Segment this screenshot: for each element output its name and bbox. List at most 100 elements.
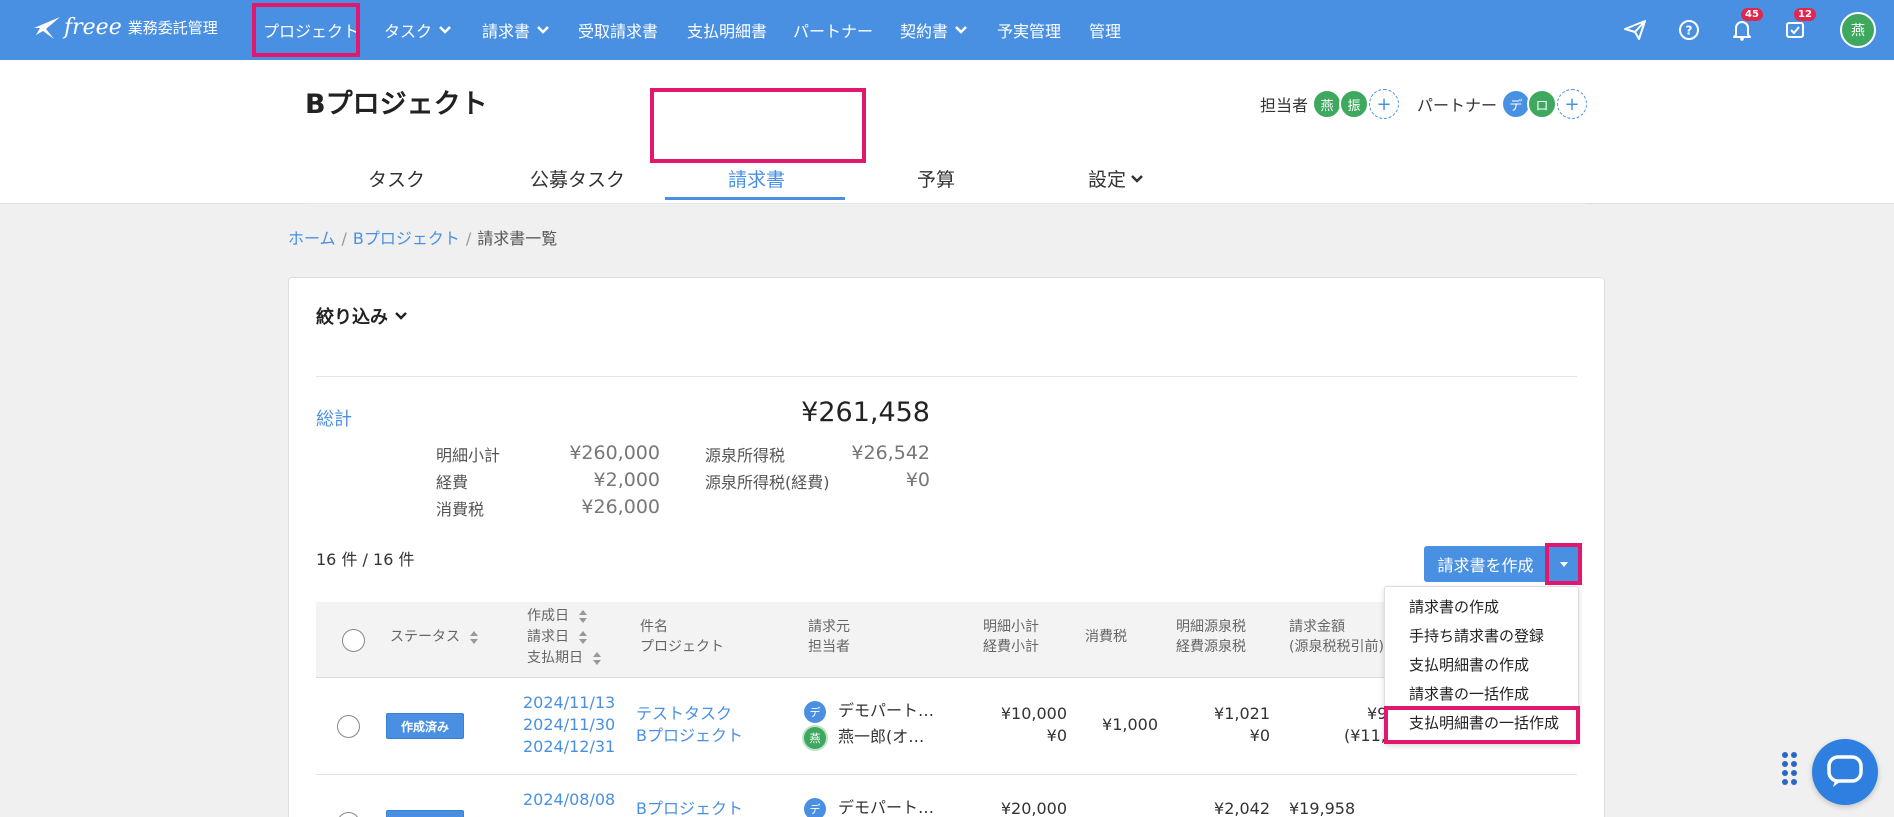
header-subject: 件名: [640, 619, 668, 635]
created-date[interactable]: 2024/11/13: [523, 692, 615, 714]
drag-handle-icon[interactable]: [1782, 752, 1797, 785]
tax-value: ¥1,000: [1102, 715, 1158, 734]
header-status[interactable]: ステータス: [390, 627, 479, 647]
bird-logo-icon: [34, 17, 60, 39]
sort-icon: [579, 630, 588, 644]
sort-icon: [593, 651, 602, 665]
chat-support-button[interactable]: [1812, 739, 1878, 805]
nav-item-admin[interactable]: 管理: [1089, 0, 1121, 60]
app-logo[interactable]: freee 業務委託管理: [32, 11, 218, 43]
header-project: プロジェクト: [640, 639, 724, 655]
project-link[interactable]: Bプロジェクト: [636, 725, 743, 747]
row-select-radio[interactable]: [337, 715, 360, 738]
summary-label: 明細小計: [436, 446, 501, 465]
tab-public-tasks[interactable]: 公募タスク: [530, 165, 625, 192]
tab-label: 予算: [917, 169, 956, 191]
invoice-subject-link[interactable]: テストタスク: [636, 703, 732, 725]
header-due-date[interactable]: 支払期日: [527, 648, 602, 668]
tab-label: 請求書: [728, 169, 786, 191]
issuer-avatar: デ: [804, 701, 826, 723]
filter-label: 絞り込み: [316, 307, 388, 328]
summary-value: ¥2,000: [593, 469, 660, 491]
nav-item-label: 管理: [1089, 22, 1122, 41]
inbox-icon[interactable]: 12: [1779, 8, 1816, 46]
bell-icon[interactable]: 45: [1726, 8, 1763, 46]
nav-item-received-invoices[interactable]: 受取請求書: [578, 0, 658, 60]
chevron-down-icon: [439, 26, 451, 34]
billing-date[interactable]: 2024/11/30: [523, 714, 615, 736]
summary-label: 経費: [436, 473, 469, 492]
partner-avatar[interactable]: ロ: [1527, 89, 1557, 119]
breadcrumb-home[interactable]: ホーム: [288, 229, 336, 248]
header-expense-subtotal: 経費小計: [983, 639, 1039, 655]
sort-icon: [579, 609, 588, 623]
add-partner-button[interactable]: +: [1557, 89, 1587, 119]
total-label[interactable]: 総計: [316, 405, 352, 431]
amount-gross-value: (¥11,: [1344, 726, 1386, 745]
issuer-name: デモパート…: [838, 798, 935, 817]
sort-icon: [470, 630, 479, 644]
breadcrumb-project[interactable]: Bプロジェクト: [353, 229, 460, 248]
breadcrumb-separator: /: [465, 229, 472, 248]
create-invoice-button[interactable]: 請求書を作成: [1424, 546, 1547, 582]
header-issuer: 請求元: [808, 619, 850, 635]
nav-item-label: タスク: [384, 22, 433, 41]
status-badge: [386, 810, 464, 817]
nav-item-budget-actual[interactable]: 予実管理: [997, 0, 1061, 60]
annotation-highlight-dropdown-toggle: [1545, 543, 1582, 585]
card-divider: [316, 376, 1577, 377]
total-value: ¥261,458: [801, 397, 930, 428]
active-tab-indicator: [665, 197, 845, 200]
nav-item-label: 請求書: [482, 22, 531, 41]
select-all-radio[interactable]: [342, 629, 365, 652]
send-icon[interactable]: [1619, 14, 1651, 46]
nav-item-label: 支払明細書: [687, 22, 768, 41]
notification-count-badge: 45: [1741, 8, 1763, 21]
tab-invoices[interactable]: 請求書: [728, 165, 785, 192]
project-link[interactable]: Bプロジェクト: [636, 798, 743, 817]
annotation-highlight-bulk-payment-statements: [1384, 706, 1580, 744]
header-withholding: 明細源泉税: [1176, 619, 1246, 635]
page-title: Bプロジェクト: [305, 89, 488, 120]
user-avatar[interactable]: 燕: [1840, 12, 1876, 48]
help-icon[interactable]: ?: [1673, 14, 1705, 46]
nav-item-partners[interactable]: パートナー: [793, 0, 873, 60]
assignee-avatar[interactable]: 振: [1339, 89, 1369, 119]
created-date[interactable]: 2024/08/08: [523, 789, 615, 811]
assignee-label: 担当者: [1260, 96, 1309, 115]
header-billing-date[interactable]: 請求日: [527, 627, 588, 647]
row-divider: [316, 774, 1577, 775]
chevron-down-icon: [537, 26, 549, 34]
due-date[interactable]: 2024/12/31: [523, 736, 615, 758]
header-created-date[interactable]: 作成日: [527, 606, 588, 626]
subtotal-value: ¥20,000: [1000, 799, 1067, 817]
menu-item-register-own-invoice[interactable]: 手持ち請求書の登録: [1409, 625, 1544, 646]
annotation-highlight-invoices-tab: [650, 88, 866, 163]
expense-withholding-value: ¥0: [1249, 726, 1270, 745]
header-expense-withholding: 経費源泉税: [1176, 639, 1246, 655]
annotation-highlight-projects-nav: [252, 3, 360, 57]
add-assignee-button[interactable]: +: [1369, 89, 1399, 119]
tab-tasks[interactable]: タスク: [368, 165, 425, 192]
project-header: Bプロジェクト 担当者 燕 振 + パートナー デ ロ + タスク 公募タスク …: [0, 60, 1894, 204]
tab-settings[interactable]: 設定: [1088, 165, 1144, 192]
nav-item-invoices[interactable]: 請求書: [482, 0, 550, 60]
filter-toggle[interactable]: 絞り込み: [316, 303, 408, 329]
chevron-down-icon: [955, 26, 967, 34]
assignee-name: 燕一郎(オ…: [838, 727, 925, 746]
header-subtotal: 明細小計: [983, 619, 1039, 635]
tab-label: 公募タスク: [530, 169, 626, 191]
tab-budget[interactable]: 予算: [917, 165, 955, 192]
breadcrumb-separator: /: [341, 229, 347, 248]
nav-item-tasks[interactable]: タスク: [384, 0, 452, 60]
nav-item-contracts[interactable]: 契約書: [900, 0, 968, 60]
menu-item-create-payment-statement[interactable]: 支払明細書の作成: [1409, 654, 1529, 675]
partner-label: パートナー: [1417, 96, 1498, 115]
menu-item-bulk-create-invoices[interactable]: 請求書の一括作成: [1409, 683, 1529, 704]
breadcrumb-current: 請求書一覧: [477, 229, 558, 248]
nav-item-payment-statements[interactable]: 支払明細書: [687, 0, 767, 60]
summary-value: ¥260,000: [569, 442, 660, 464]
menu-item-create-invoice[interactable]: 請求書の作成: [1409, 596, 1499, 617]
summary-value: ¥0: [905, 469, 930, 491]
assignee-avatar[interactable]: 燕: [1312, 89, 1342, 119]
